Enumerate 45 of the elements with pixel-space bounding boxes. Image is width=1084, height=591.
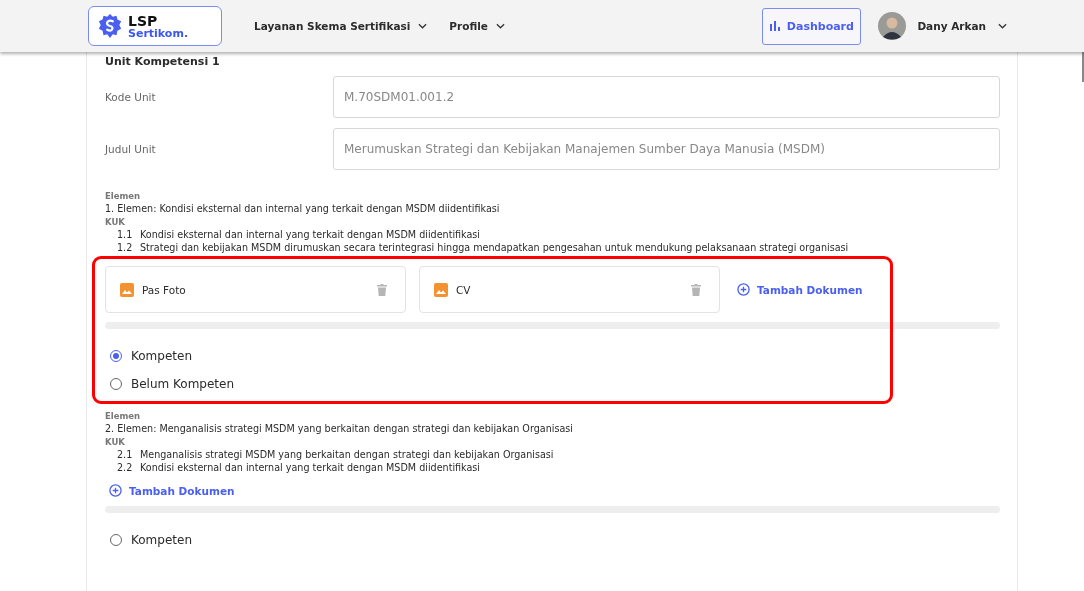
element-title: 1. Elemen: Kondisi eksternal dan internal yang terkait dengan MSDM diidentifikasi [105,202,501,216]
unit-title: Unit Kompetensi 1 [105,55,221,68]
logo-title: LSP [128,13,159,28]
chevron-down-icon [418,23,428,29]
logo-subtitle: Sertikom. [128,27,189,39]
chevron-down-icon [495,23,505,29]
document-card[interactable]: Pas Foto [105,266,406,313]
kuk-number: 2.2 [117,461,134,474]
document-name: CV [456,283,472,296]
kuk-text: Kondisi eksternal dan internal yang terkait dengan MSDM diidentifikasi [140,228,481,241]
radio-option[interactable]: Belum Kompeten [105,370,1000,398]
logo[interactable]: LSP Sertikom. [88,6,222,46]
radio-option[interactable]: Kompeten [105,526,1000,554]
add-document-link[interactable]: Tambah Dokumen [105,484,235,497]
kuk-number: 2.1 [117,448,134,461]
avatar[interactable] [878,12,907,40]
section-label: Elemen [105,190,142,202]
nav-menu[interactable]: Profile [449,20,505,32]
kuk-text: Kondisi eksternal dan internal yang terkait dengan MSDM diidentifikasi [140,461,481,474]
radio-option[interactable]: Kompeten [105,342,1000,370]
input-field[interactable]: M.70SDM01.001.2 [333,76,1000,118]
plus-circle-icon [109,484,122,497]
image-icon [434,282,448,297]
field-label: Kode Unit [105,91,157,103]
document-name: Pas Foto [142,283,187,296]
kuk-text: Menganalisis strategi MSDM yang berkaitan dengan strategi dan kebijakan Organisasi [140,448,554,461]
kuk-text: Strategi dan kebijakan MSDM dirumuskan secara terintegrasi hingga mendapatkan pengesahan untuk mendukung pelaksanaan strategi organisasi [140,241,849,254]
bar-chart-icon [769,21,780,31]
kuk-number: 1.2 [117,241,134,254]
image-icon [120,282,134,297]
field-label: Judul Unit [105,143,157,155]
dashboard-button[interactable]: Dashboard [762,7,862,45]
plus-circle-icon [737,283,750,296]
document-card[interactable]: CV [419,266,720,313]
element-title: 2. Elemen: Menganalisis strategi MSDM yang berkaitan dengan strategi dan kebijakan Organisasi [105,422,574,436]
add-document-link[interactable]: Tambah Dokumen [733,283,863,296]
chevron-down-icon [998,23,1007,29]
section-label: KUK [105,436,126,448]
section-label: Elemen [105,410,142,422]
section-label: KUK [105,216,126,228]
user-menu[interactable]: Dany Arkan [917,20,1007,32]
logo-icon [97,13,123,39]
kuk-number: 1.1 [117,228,134,241]
nav-menu[interactable]: Layanan Skema Sertifikasi [254,20,428,32]
input-field[interactable]: Merumuskan Strategi dan Kebijakan Manajemen Sumber Daya Manusia (MSDM) [333,128,1000,170]
